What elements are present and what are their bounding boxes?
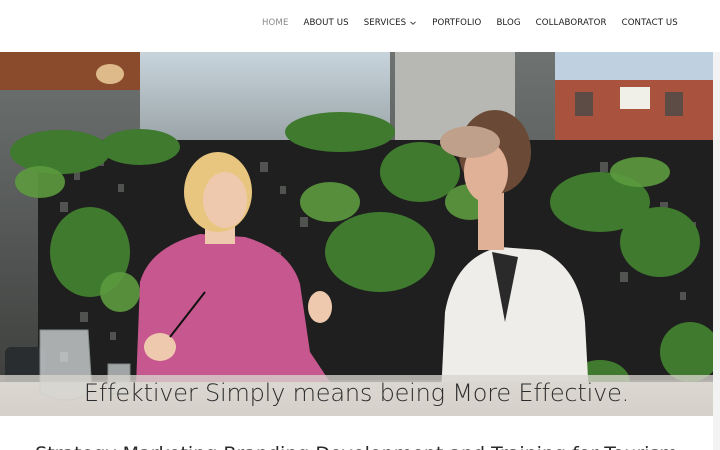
nav-collaborator-link[interactable]: COLLABORATOR — [536, 18, 607, 28]
nav-home-link[interactable]: HOME — [262, 18, 288, 28]
nav-contact-link[interactable]: CONTACT US — [622, 18, 678, 28]
nav-services-label: SERVICES — [363, 18, 407, 28]
nav-services-link[interactable]: SERVICES — [364, 18, 417, 28]
hero-image — [0, 52, 713, 416]
main-nav: HOME ABOUT US SERVICES PORTFOLIO BLOG CO… — [262, 18, 678, 28]
site-header: HOME ABOUT US SERVICES PORTFOLIO BLOG CO… — [0, 0, 720, 52]
section-heading: Strategy Marketing Branding Development … — [0, 440, 713, 450]
nav-blog-link[interactable]: BLOG — [496, 18, 520, 28]
hero-tagline: Effektiver Simply means being More Effec… — [83, 379, 630, 407]
chevron-down-icon — [410, 21, 417, 25]
hero-photo-illustration — [0, 52, 713, 416]
nav-about-link[interactable]: ABOUT US — [303, 18, 348, 28]
nav-portfolio-link[interactable]: PORTFOLIO — [432, 18, 481, 28]
page-scroll-gutter — [713, 52, 720, 450]
